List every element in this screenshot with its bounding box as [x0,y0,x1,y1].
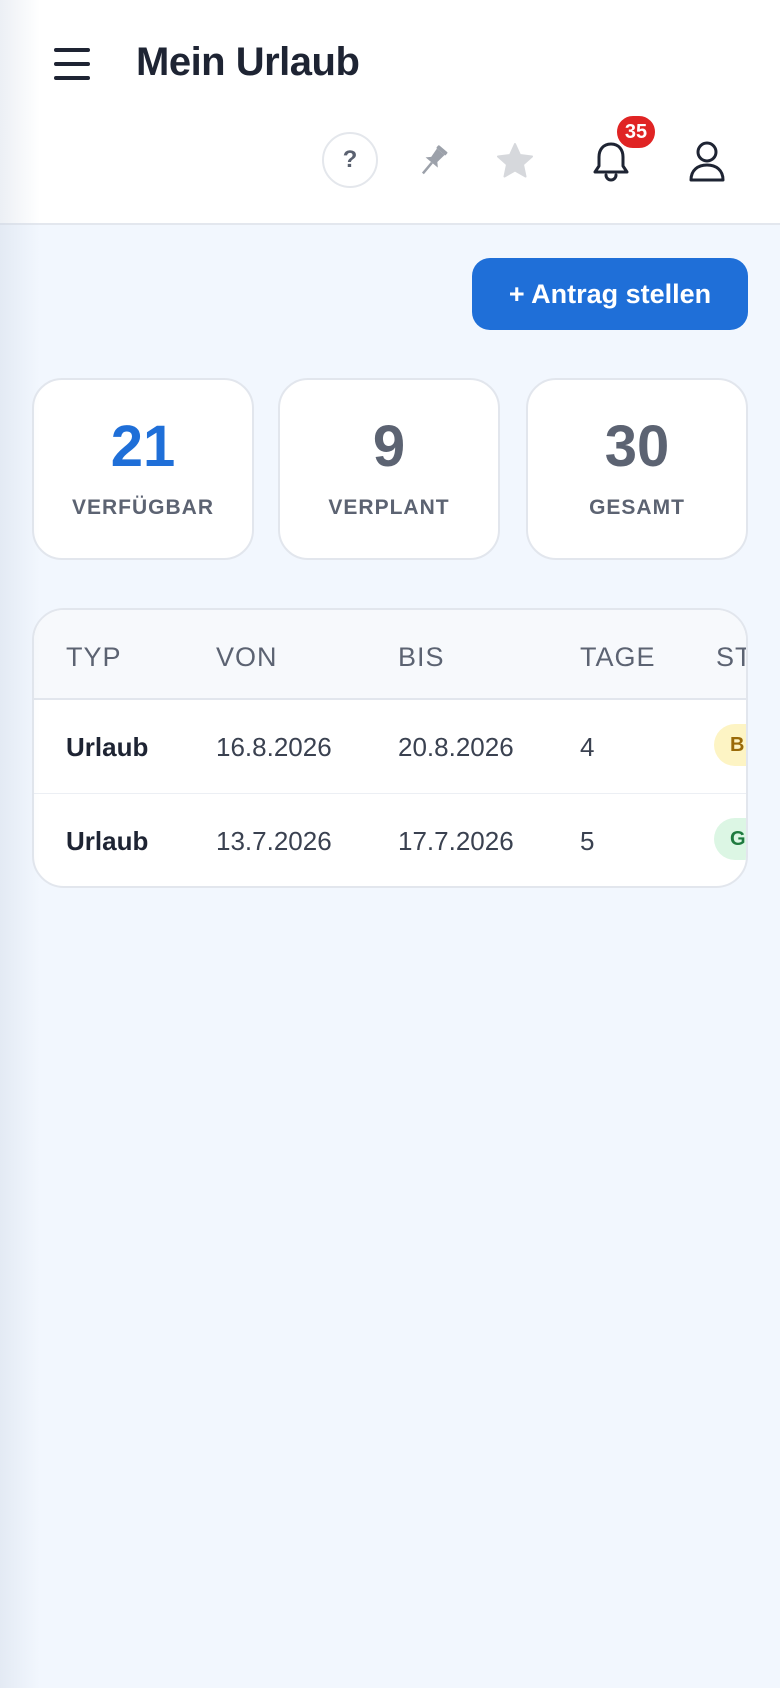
star-icon [497,143,533,178]
cell-to: 20.8.2026 [398,732,514,762]
notification-count-badge: 35 [615,114,657,150]
menu-button[interactable] [48,42,96,86]
cell-from: 16.8.2026 [216,732,332,762]
user-profile-button[interactable] [682,136,732,186]
column-header-status[interactable]: ST [716,642,746,673]
help-button[interactable]: ? [322,132,378,188]
menu-icon-bar [54,48,90,52]
status-badge: B [714,724,746,766]
column-header-from[interactable]: VON [216,642,278,673]
vacation-table: TYP VON BIS TAGE ST Urlaub 16.8.2026 20.… [32,608,748,888]
cell-type: Urlaub [66,732,149,762]
column-header-type[interactable]: TYP [66,642,122,673]
column-header-days[interactable]: TAGE [580,642,656,673]
app-header: Mein Urlaub ? 35 [0,0,780,225]
cell-type: Urlaub [66,826,149,856]
table-header: TYP VON BIS TAGE ST [34,610,746,700]
stat-label: VERFÜGBAR [71,496,214,519]
cell-days: 4 [580,732,595,762]
column-header-to[interactable]: BIS [398,642,445,673]
menu-icon-bar [54,62,90,66]
stat-card-total: 30 GESAMT [526,378,748,560]
stat-value: 21 [110,414,176,479]
page-title: Mein Urlaub [136,40,360,84]
table-row[interactable]: Urlaub 16.8.2026 20.8.2026 4 B [34,700,746,794]
menu-icon-bar [54,76,90,80]
cell-from: 13.7.2026 [216,826,332,856]
user-icon [689,141,725,182]
favorite-button[interactable] [490,136,540,186]
cell-days: 5 [580,826,595,856]
cell-to: 17.7.2026 [398,826,514,856]
stat-label: GESAMT [589,496,685,519]
pin-icon [421,145,448,175]
new-request-button[interactable]: + Antrag stellen [472,258,748,330]
stat-value: 9 [372,414,406,479]
stat-card-planned: 9 VERPLANT [278,378,500,560]
stat-label: VERPLANT [328,496,450,519]
stat-card-available: 21 VERFÜGBAR [32,378,254,560]
table-row[interactable]: Urlaub 13.7.2026 17.7.2026 5 G [34,794,746,886]
status-badge: G [714,818,746,860]
pin-button[interactable] [408,136,458,186]
stat-value: 30 [604,414,670,479]
